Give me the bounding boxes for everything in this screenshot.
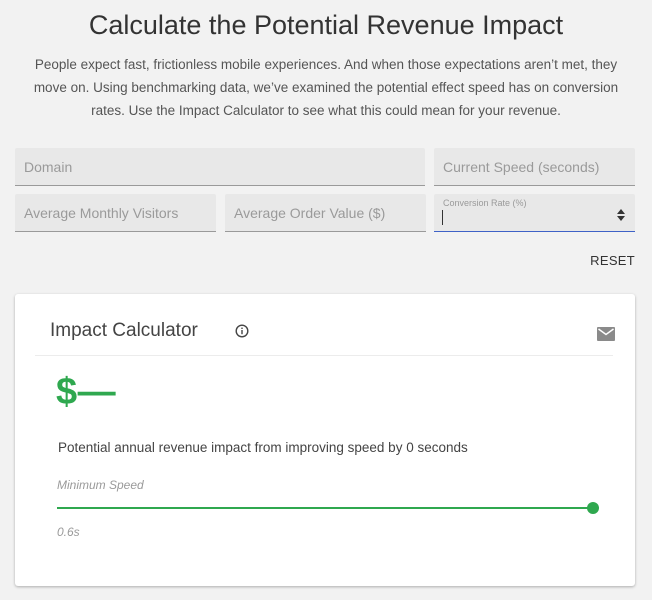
speed-slider-thumb[interactable] <box>587 502 599 514</box>
monthly-visitors-field[interactable]: Average Monthly Visitors <box>15 194 216 232</box>
spinner-up-icon[interactable] <box>617 209 625 214</box>
revenue-impact-value: $— <box>56 371 117 413</box>
domain-field[interactable]: Domain <box>15 148 425 186</box>
intro-text: People expect fast, frictionless mobile … <box>33 57 619 118</box>
page-title: Calculate the Potential Revenue Impact <box>88 10 564 40</box>
text-caret <box>442 210 443 225</box>
speed-slider-track[interactable] <box>57 507 594 509</box>
domain-placeholder: Domain <box>24 159 73 175</box>
reset-button[interactable]: RESET <box>590 253 635 268</box>
page: Calculate the Potential Revenue Impact P… <box>0 0 652 600</box>
card-header: Impact Calculator <box>35 294 615 356</box>
slider-value: 0.6s <box>57 525 80 539</box>
impact-description: Potential annual revenue impact from imp… <box>58 440 468 455</box>
conversion-rate-field[interactable]: Conversion Rate (%) <box>434 194 635 232</box>
order-value-placeholder: Average Order Value ($) <box>234 205 386 221</box>
monthly-visitors-placeholder: Average Monthly Visitors <box>24 205 179 221</box>
card-title: Impact Calculator <box>50 320 198 341</box>
info-icon[interactable] <box>235 324 249 338</box>
conversion-rate-label: Conversion Rate (%) <box>443 198 527 208</box>
current-speed-placeholder: Current Speed (seconds) <box>443 159 600 175</box>
number-spinner[interactable] <box>617 209 625 221</box>
impact-calculator-card: Impact Calculator $— Potential annual re… <box>15 294 635 586</box>
order-value-field[interactable]: Average Order Value ($) <box>225 194 426 232</box>
mail-icon[interactable] <box>597 327 615 341</box>
current-speed-field[interactable]: Current Speed (seconds) <box>434 148 635 186</box>
slider-label: Minimum Speed <box>57 478 144 492</box>
spinner-down-icon[interactable] <box>617 216 625 221</box>
